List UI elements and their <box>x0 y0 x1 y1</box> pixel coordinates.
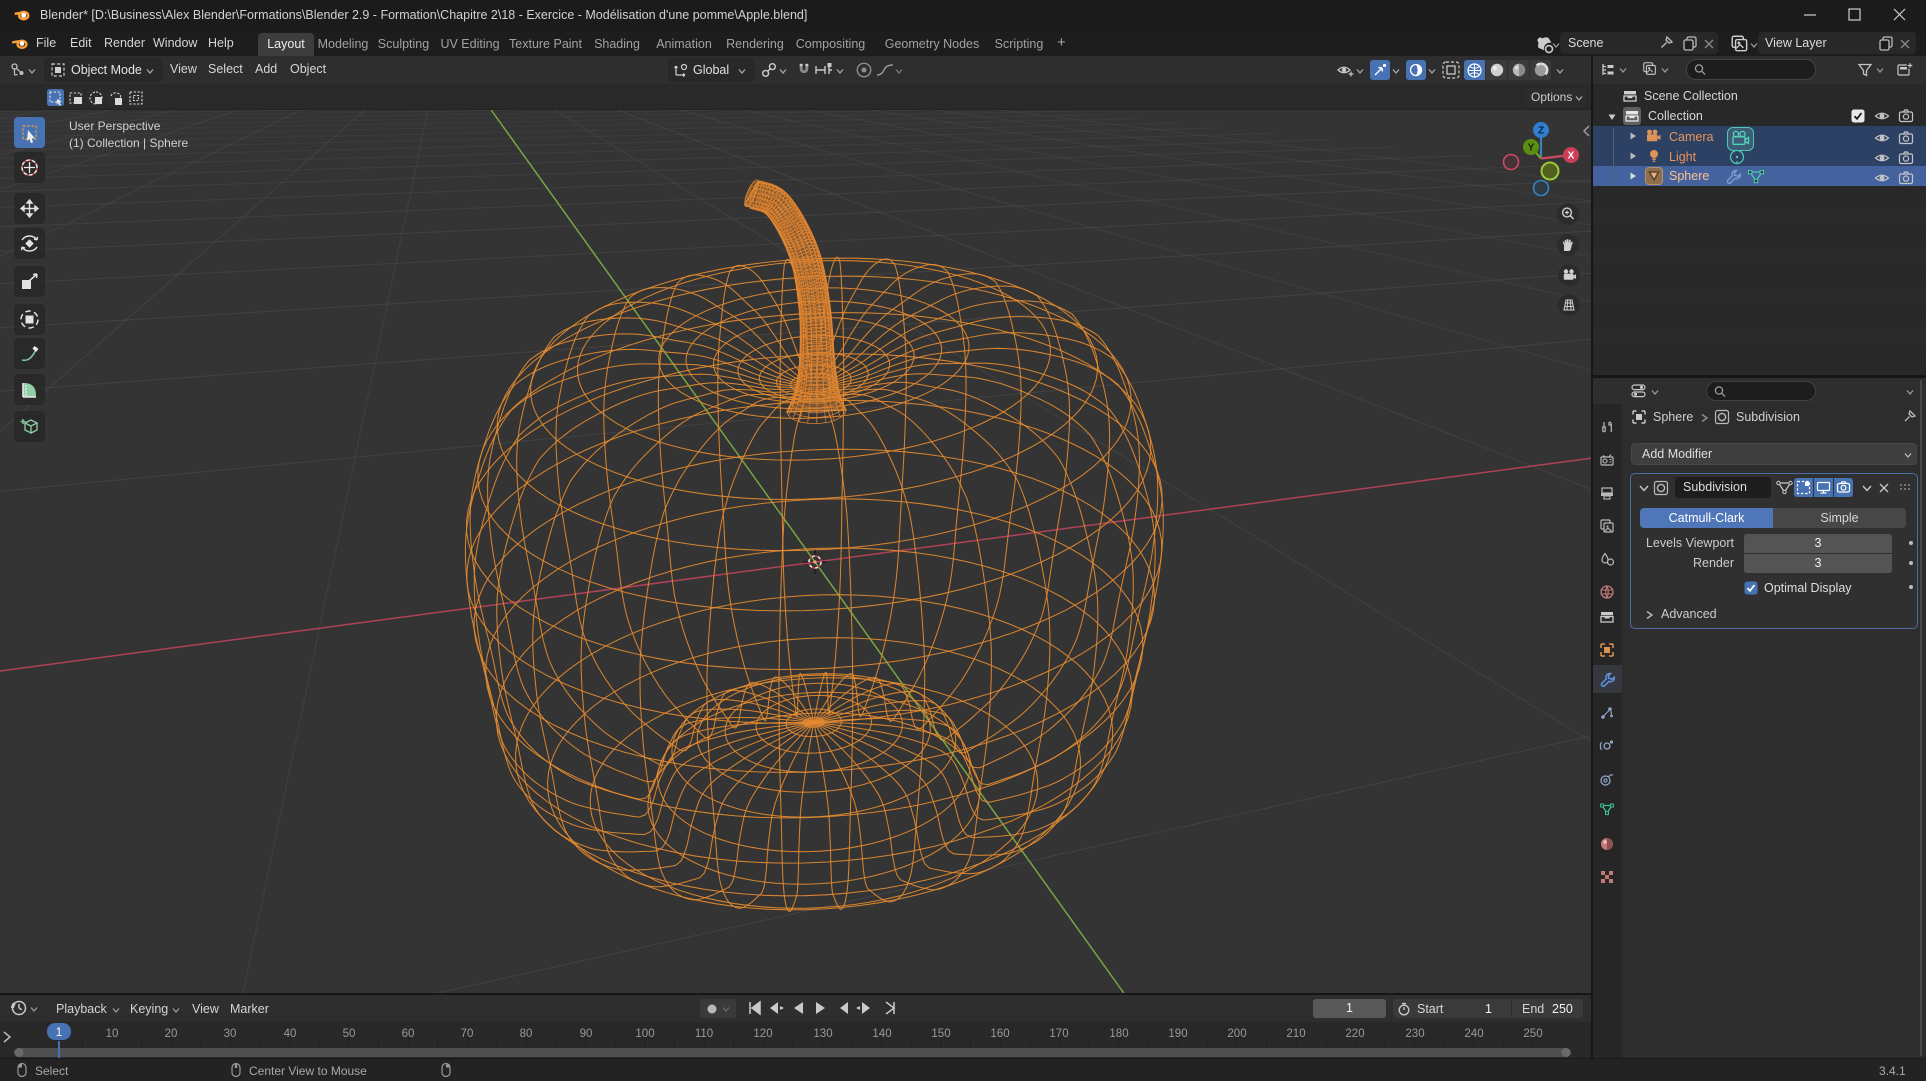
svg-text:Z: Z <box>1538 126 1544 137</box>
svg-text:X: X <box>1568 151 1575 162</box>
svg-text:Y: Y <box>1528 143 1535 154</box>
